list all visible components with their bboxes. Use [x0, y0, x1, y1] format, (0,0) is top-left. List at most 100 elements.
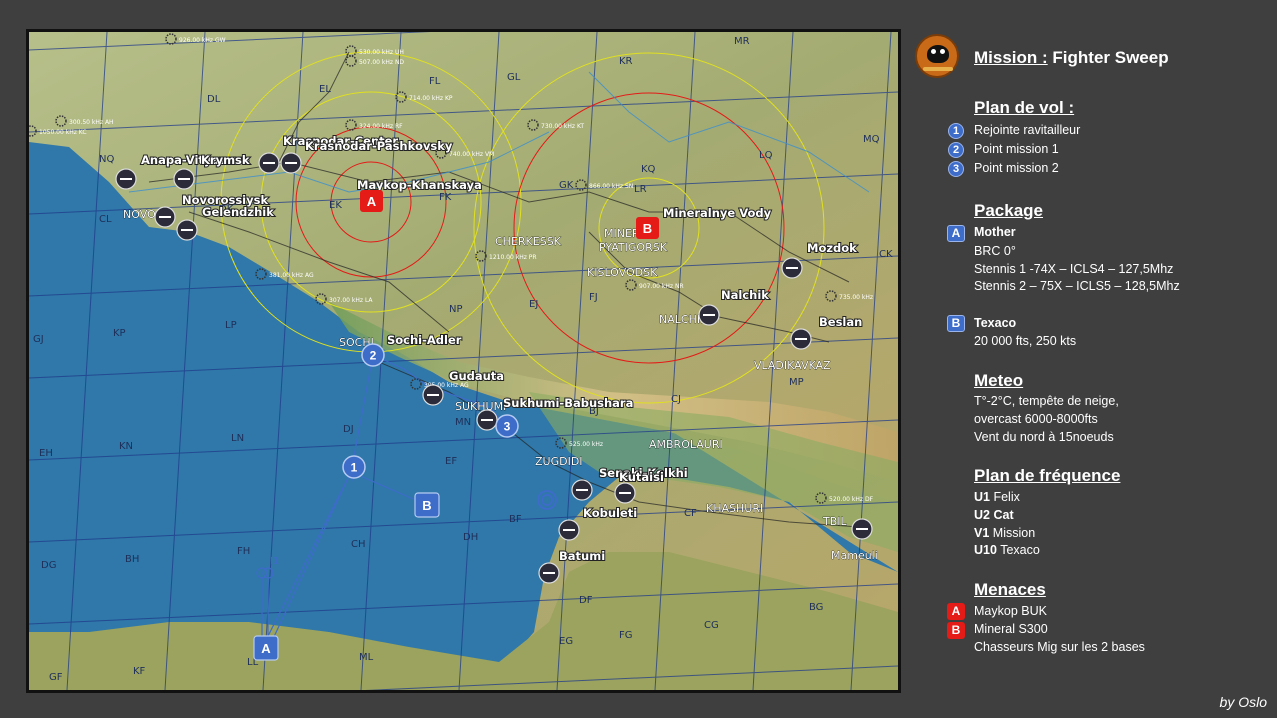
beacon-label: 507.00 kHz ND [359, 59, 404, 66]
beacon-label: 1050.00 kHz KC [39, 129, 87, 136]
grid-label: GF [49, 672, 63, 683]
beacon-label: 381.00 kHz AG [269, 272, 314, 279]
package-marker-b[interactable]: B [414, 492, 440, 518]
svg-text:B: B [643, 221, 652, 236]
grid-label: ML [359, 652, 374, 663]
threat-a-badge: A [947, 603, 965, 620]
airbase-icon[interactable] [115, 168, 137, 190]
meteo-line-3: Vent du nord à 15noeuds [974, 430, 1114, 444]
plan-item-3: Point mission 2 [974, 161, 1059, 175]
grid-label: LR [634, 184, 647, 195]
airbase-icon[interactable] [280, 152, 302, 174]
grid-label: EK [329, 200, 342, 211]
plan-number-1: 1 [948, 123, 964, 139]
airbase-icon[interactable] [258, 152, 280, 174]
airbase-icon[interactable] [422, 384, 444, 406]
airbase-icon[interactable] [176, 219, 198, 241]
city-label: Maykop-Khanskaya [357, 178, 482, 192]
package-a-line-1: BRC 0° [974, 244, 1016, 258]
grid-label: GH [29, 32, 44, 35]
place-name: AMBROLAURI [649, 438, 723, 451]
grid-label: FL [429, 76, 441, 87]
threat-b-badge: B [947, 622, 965, 639]
holding-label: I1 [270, 556, 279, 567]
package-b-line: 20 000 fts, 250 kts [974, 334, 1077, 348]
airbase-icon[interactable] [571, 479, 593, 501]
place-name: CHERKESSK [495, 235, 562, 248]
city-label: Gelendzhik [202, 205, 274, 219]
grid-label: KR [619, 56, 633, 67]
grid-label: DG [41, 560, 56, 571]
squadron-logo [915, 34, 959, 78]
svg-text:B: B [422, 498, 431, 513]
beacon-label: 730.00 kHz KT [541, 123, 584, 130]
place-name: KISLOVODSK [587, 266, 658, 279]
grid-label: MQ [863, 134, 880, 145]
city-label: Krasnodar-Pashkovsky [305, 139, 453, 153]
cat-icon [927, 45, 949, 63]
place-name: MINER [604, 227, 640, 240]
meteo-line-1: T°-2°C, tempête de neige, [974, 394, 1119, 408]
grid-label: DF [579, 595, 593, 606]
airbase-icon[interactable] [154, 206, 176, 228]
grid-label: KP [113, 328, 126, 339]
city-label: Krymsk [201, 153, 250, 167]
package-marker-a[interactable]: A [253, 635, 279, 661]
grid-label: BG [809, 602, 823, 613]
beacon-label: 926.00 kHz GW [179, 37, 226, 44]
beacon-label: 866.00 kHz SN [589, 183, 633, 190]
city-label: Beslan [819, 315, 862, 329]
waypoint-1[interactable]: 1 [342, 455, 366, 479]
beacon-label: 307.00 kHz LA [329, 297, 373, 304]
grid-label: CF [684, 508, 697, 519]
grid-label: KQ [641, 164, 656, 175]
airbase-icon[interactable] [558, 519, 580, 541]
package-heading: Package [974, 201, 1043, 220]
grid-label: MP [789, 377, 804, 388]
airbase-icon[interactable] [476, 409, 498, 431]
threat-marker-b[interactable]: B [636, 217, 659, 239]
airbase-icon[interactable] [698, 304, 720, 326]
grid-label: GJ [33, 334, 44, 345]
place-name: ZUGDIDI [535, 455, 583, 468]
grid-label: CG [704, 620, 719, 631]
airbase-icon[interactable] [851, 518, 873, 540]
grid-label: CK [879, 249, 893, 260]
grid-label: DL [207, 94, 221, 105]
place-name: Mameuli [831, 549, 878, 562]
threat-b-text: Mineral S300 [974, 622, 1048, 636]
threat-marker-a[interactable]: A [360, 190, 383, 212]
city-label: Mineralnye Vody [663, 206, 772, 220]
meteo-line-2: overcast 6000-8000fts [974, 412, 1098, 426]
grid-label: DH [463, 532, 478, 543]
frequency-heading: Plan de fréquence [974, 466, 1121, 485]
author-credit: by Oslo [1219, 694, 1267, 710]
grid-label: KF [133, 666, 146, 677]
airbase-icon[interactable] [614, 482, 636, 504]
beacon-label: 740.00 kHz VM [449, 151, 494, 158]
airbase-icon[interactable] [173, 168, 195, 190]
grid-label: FK [439, 192, 452, 203]
grid-label: GL [507, 72, 521, 83]
grid-label: LP [225, 320, 237, 331]
grid-label: CH [351, 539, 366, 550]
waypoint-2[interactable]: 2 [361, 343, 385, 367]
grid-label: MN [455, 417, 471, 428]
freq-item-3: V1 Mission [974, 526, 1036, 540]
grid-label: MR [734, 36, 750, 47]
airbase-icon[interactable] [790, 328, 812, 350]
svg-text:1: 1 [351, 461, 358, 475]
beacon-label: 907.00 kHz NR [639, 283, 684, 290]
package-a-line-2: Stennis 1 -74X – ICLS4 – 127,5Mhz [974, 262, 1174, 276]
package-a-name: Mother [974, 225, 1016, 239]
place-name: VLADIKAVKAZ [754, 359, 831, 372]
airbase-icon[interactable] [538, 562, 560, 584]
freq-item-2: U2 Cat [974, 508, 1014, 522]
waypoint-3[interactable]: 3 [495, 414, 519, 438]
package-a-badge: A [947, 225, 965, 242]
grid-label: NQ [99, 154, 114, 165]
grid-label: EF [445, 456, 457, 467]
airbase-icon[interactable] [781, 257, 803, 279]
mission-map[interactable]: I1 DL EL FL GL KR LR MR DK EK FK GK KQ LQ MQ NQ CL CK NP E… [26, 29, 901, 693]
grid-label: KN [119, 441, 133, 452]
